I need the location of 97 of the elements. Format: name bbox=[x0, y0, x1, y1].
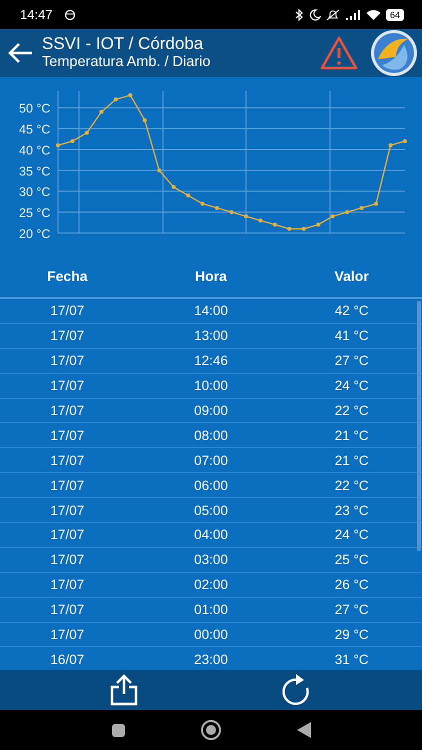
data-point bbox=[230, 210, 234, 214]
table-cell-text: 26 °C bbox=[334, 577, 370, 592]
data-point bbox=[388, 143, 393, 148]
column-header: Fecha bbox=[46, 268, 89, 284]
data-point bbox=[84, 130, 89, 135]
data-point bbox=[360, 206, 364, 210]
table-cell-text: 17/07 bbox=[49, 428, 86, 443]
scrollbar[interactable] bbox=[417, 301, 421, 551]
data-point bbox=[200, 202, 205, 206]
table-cell-text: 24 °C bbox=[334, 527, 370, 542]
data-point bbox=[287, 226, 292, 231]
y-axis-label: 25 °C bbox=[19, 206, 50, 220]
table-cell-text: 17/07 bbox=[49, 627, 86, 642]
header-subtitle: Temperatura Amb. / Diario bbox=[42, 53, 212, 72]
table-cell-text: 25 °C bbox=[334, 552, 370, 568]
data-point bbox=[186, 193, 190, 198]
table-cell-text: 10:00 bbox=[193, 378, 229, 394]
table-cell-text: 22 °C bbox=[334, 478, 370, 493]
table-cell-text: 17/07 bbox=[49, 328, 86, 344]
table-cell-text: 23 °C bbox=[334, 502, 370, 518]
table-cell-text: 16/07 bbox=[49, 652, 86, 667]
table-cell-text: 17/07 bbox=[49, 527, 86, 542]
table-cell-text: 00:00 bbox=[193, 627, 229, 642]
table-cell-text: 17/07 bbox=[49, 478, 86, 493]
table-cell-text: 06:00 bbox=[193, 478, 229, 493]
table-cell-text: 17/07 bbox=[49, 403, 86, 418]
table-cell-text: 29 °C bbox=[334, 627, 370, 642]
table-cell-text: 07:00 bbox=[193, 452, 229, 468]
table-cell-text: 17/07 bbox=[49, 378, 86, 394]
table-cell-text: 23:00 bbox=[193, 652, 229, 667]
data-point bbox=[157, 168, 162, 172]
data-point bbox=[244, 214, 248, 218]
y-axis-label: 35 °C bbox=[19, 164, 50, 178]
header-title: SSVI - IOT / Córdoba bbox=[42, 34, 204, 53]
table-cell-text: 02:00 bbox=[193, 577, 229, 592]
data-point bbox=[99, 110, 104, 114]
table-cell-text: 21 °C bbox=[334, 452, 370, 468]
table-cell-text: 12:46 bbox=[193, 353, 229, 368]
home-button[interactable] bbox=[200, 719, 222, 741]
table-cell-text: 42 °C bbox=[334, 303, 370, 318]
data-point bbox=[272, 222, 277, 227]
data-point bbox=[142, 118, 147, 122]
battery-indicator: 64 bbox=[386, 8, 404, 20]
data-point bbox=[128, 93, 132, 98]
table-cell-text: 21 °C bbox=[334, 428, 370, 443]
table-cell-text: 17/07 bbox=[49, 602, 86, 618]
table-cell-text: 08:00 bbox=[193, 428, 229, 443]
table-cell-text: 17/07 bbox=[49, 552, 86, 568]
bluetooth-icon bbox=[294, 8, 304, 20]
data-point bbox=[172, 185, 176, 190]
data-point bbox=[345, 210, 350, 214]
table-cell-text: 13:00 bbox=[193, 328, 229, 344]
app-logo-icon[interactable] bbox=[370, 29, 418, 77]
table-cell-text: 27 °C bbox=[334, 353, 370, 368]
table-cell-text: 17/07 bbox=[49, 353, 86, 368]
table-cell-text: 05:00 bbox=[193, 502, 229, 518]
moon-icon bbox=[308, 8, 321, 20]
data-point bbox=[56, 143, 60, 148]
table-cell-text: 01:00 bbox=[193, 602, 229, 618]
table-cell-text: 17/07 bbox=[49, 303, 86, 318]
data-point bbox=[302, 226, 306, 231]
data-point bbox=[403, 139, 407, 144]
back-arrow-icon[interactable] bbox=[8, 42, 34, 64]
column-header: Valor bbox=[334, 268, 370, 284]
y-axis-label: 40 °C bbox=[19, 143, 50, 158]
table-cell-text: 27 °C bbox=[334, 602, 370, 618]
data-point bbox=[330, 214, 335, 218]
data-point bbox=[70, 139, 74, 144]
back-button[interactable] bbox=[296, 722, 310, 738]
y-axis-label: 50 °C bbox=[19, 102, 50, 116]
table-cell-text: 22 °C bbox=[334, 403, 370, 418]
table-cell-text: 09:00 bbox=[193, 403, 229, 418]
table-cell-text: 24 °C bbox=[334, 378, 370, 394]
share-icon[interactable] bbox=[108, 674, 138, 706]
table-cell-text: 03:00 bbox=[193, 552, 229, 568]
table-cell-text: 04:00 bbox=[193, 527, 229, 542]
y-axis-label: 30 °C bbox=[19, 185, 50, 200]
muted-bell-icon bbox=[326, 8, 340, 20]
table-cell-text: 14:00 bbox=[193, 303, 229, 318]
table-cell-text: 17/07 bbox=[49, 502, 86, 518]
signal-icon bbox=[344, 8, 361, 20]
notification-icon bbox=[64, 8, 76, 20]
column-header: Hora bbox=[194, 268, 228, 284]
status-time: 14:47 bbox=[20, 7, 53, 22]
data-point bbox=[215, 206, 220, 210]
data-point bbox=[258, 218, 262, 222]
table-cell-text: 41 °C bbox=[334, 328, 370, 344]
table-cell-text: 31 °C bbox=[334, 652, 370, 667]
y-axis-label: 20 °C bbox=[19, 227, 50, 241]
data-point bbox=[114, 97, 118, 102]
table-cell-text: 17/07 bbox=[49, 577, 86, 592]
y-axis-label: 45 °C bbox=[19, 122, 50, 137]
table-cell-text: 17/07 bbox=[49, 452, 86, 468]
data-point bbox=[316, 222, 320, 227]
recent-apps-button[interactable] bbox=[112, 724, 124, 736]
data-point bbox=[374, 202, 378, 206]
wifi-icon bbox=[366, 8, 381, 20]
